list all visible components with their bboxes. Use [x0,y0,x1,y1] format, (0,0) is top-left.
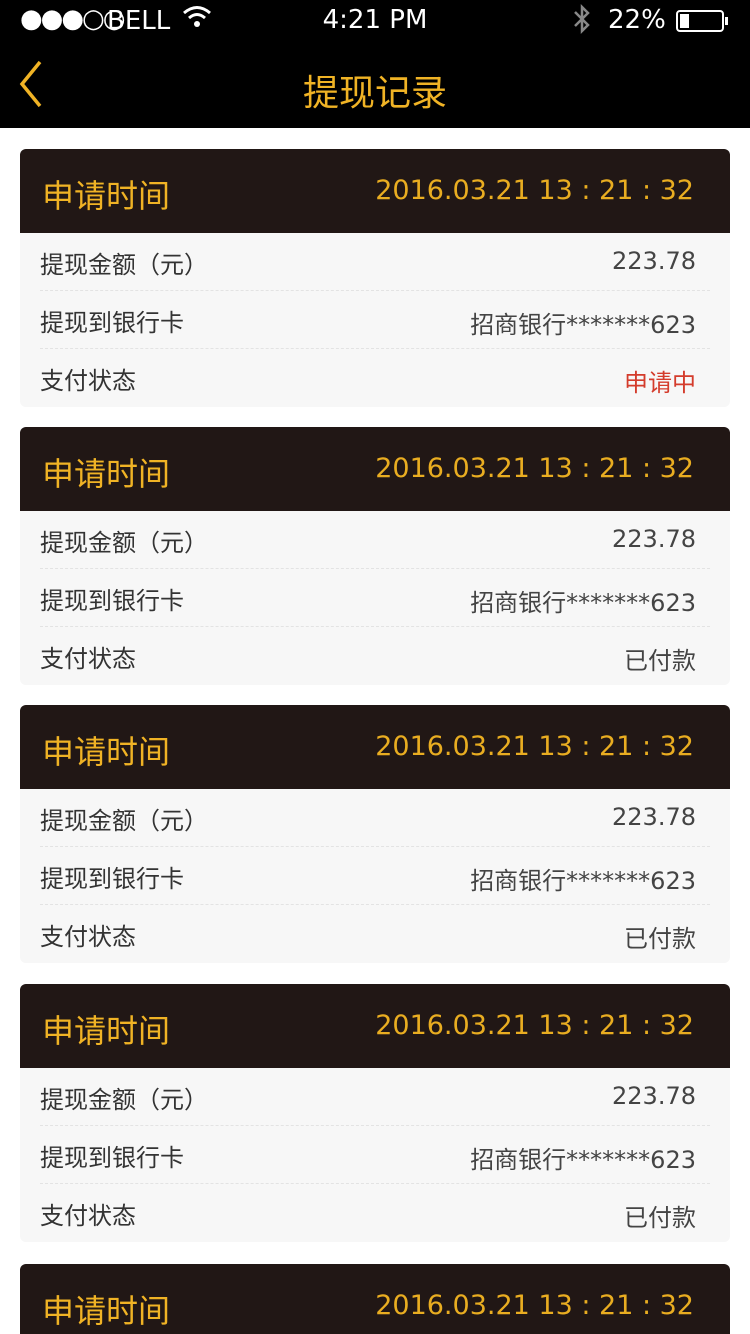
bank-card-value: 招商银行*******623 [470,867,696,895]
bank-card-row: 提现到银行卡 招商银行*******623 [40,569,710,627]
payment-status-label: 支付状态 [40,923,136,951]
amount-value: 223.78 [612,247,696,275]
amount-value: 223.78 [612,1082,696,1110]
record-card[interactable]: 申请时间 2016.03.21 13 : 21 : 32 提现金额（元） 223… [20,984,730,1242]
amount-value: 223.78 [612,525,696,553]
payment-status-row: 支付状态 已付款 [40,905,710,963]
bank-card-label: 提现到银行卡 [40,587,184,615]
bank-card-value: 招商银行*******623 [470,589,696,617]
record-card-header: 申请时间 2016.03.21 13 : 21 : 32 [20,984,730,1068]
record-card-header: 申请时间 2016.03.21 13 : 21 : 32 [20,1264,730,1334]
apply-time-value: 2016.03.21 13 : 21 : 32 [375,731,694,762]
bank-card-label: 提现到银行卡 [40,1144,184,1172]
record-card-header: 申请时间 2016.03.21 13 : 21 : 32 [20,149,730,233]
bank-card-label: 提现到银行卡 [40,865,184,893]
record-card-header: 申请时间 2016.03.21 13 : 21 : 32 [20,705,730,789]
amount-row: 提现金额（元） 223.78 [40,511,710,569]
bank-card-row: 提现到银行卡 招商银行*******623 [40,291,710,349]
battery-icon [676,10,728,32]
payment-status-label: 支付状态 [40,1202,136,1230]
payment-status-value: 已付款 [624,925,696,953]
amount-label: 提现金额（元） [40,529,208,557]
apply-time-value: 2016.03.21 13 : 21 : 32 [375,1290,694,1321]
apply-time-label: 申请时间 [42,455,171,493]
record-card-header: 申请时间 2016.03.21 13 : 21 : 32 [20,427,730,511]
amount-label: 提现金额（元） [40,251,208,279]
payment-status-value: 已付款 [624,647,696,675]
record-card[interactable]: 申请时间 2016.03.21 13 : 21 : 32 提现金额（元） 223… [20,149,730,407]
apply-time-label: 申请时间 [42,177,171,215]
amount-value: 223.78 [612,803,696,831]
battery-percent: 22% [608,5,666,35]
bank-card-label: 提现到银行卡 [40,309,184,337]
nav-bar: 提现记录 [0,40,750,128]
payment-status-label: 支付状态 [40,367,136,395]
bank-card-row: 提现到银行卡 招商银行*******623 [40,1126,710,1184]
apply-time-value: 2016.03.21 13 : 21 : 32 [375,175,694,206]
record-card[interactable]: 申请时间 2016.03.21 13 : 21 : 32 提现金额（元） 223… [20,427,730,685]
amount-row: 提现金额（元） 223.78 [40,233,710,291]
payment-status-row: 支付状态 已付款 [40,627,710,685]
bank-card-value: 招商银行*******623 [470,311,696,339]
apply-time-label: 申请时间 [42,733,171,771]
bank-card-value: 招商银行*******623 [470,1146,696,1174]
payment-status-value: 申请中 [624,369,696,397]
bank-card-row: 提现到银行卡 招商银行*******623 [40,847,710,905]
apply-time-label: 申请时间 [42,1012,171,1050]
amount-label: 提现金额（元） [40,807,208,835]
amount-label: 提现金额（元） [40,1086,208,1114]
amount-row: 提现金额（元） 223.78 [40,789,710,847]
apply-time-value: 2016.03.21 13 : 21 : 32 [375,1010,694,1041]
apply-time-value: 2016.03.21 13 : 21 : 32 [375,453,694,484]
record-card[interactable]: 申请时间 2016.03.21 13 : 21 : 32 提现金额（元） 223… [20,705,730,963]
page-title: 提现记录 [302,73,447,114]
apply-time-label: 申请时间 [42,1292,171,1330]
payment-status-row: 支付状态 申请中 [40,349,710,407]
amount-row: 提现金额（元） 223.78 [40,1068,710,1126]
payment-status-label: 支付状态 [40,645,136,673]
record-card[interactable]: 申请时间 2016.03.21 13 : 21 : 32 [20,1264,730,1334]
payment-status-value: 已付款 [624,1204,696,1232]
payment-status-row: 支付状态 已付款 [40,1184,710,1242]
status-bar: ●●●○○ BELL 4:21 PM 22% [0,0,750,40]
bluetooth-icon [572,3,592,42]
